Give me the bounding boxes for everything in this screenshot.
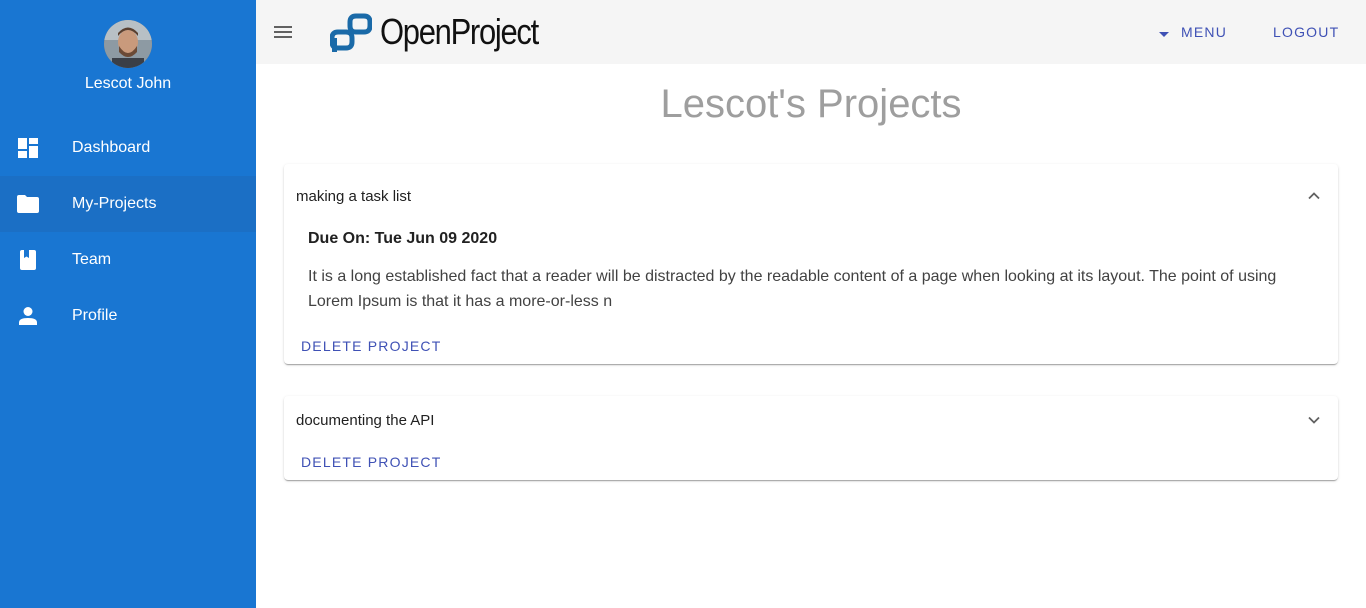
project-description: It is a long established fact that a rea… xyxy=(308,268,1277,310)
hamburger-menu-icon[interactable] xyxy=(274,20,294,44)
logout-label: LOGOUT xyxy=(1273,24,1340,40)
openproject-logo-icon xyxy=(330,13,372,52)
project-card: making a task list Due On: Tue Jun 09 20… xyxy=(284,164,1338,364)
folder-icon xyxy=(16,192,40,216)
sidebar-item-label: Dashboard xyxy=(72,139,151,156)
app-bar: OpenProject MENU LOGOUT xyxy=(256,0,1366,64)
app-logo[interactable]: OpenProject xyxy=(330,11,564,53)
project-title: making a task list xyxy=(296,187,412,205)
caret-down-icon xyxy=(1159,24,1169,40)
page-title: Lescot's Projects xyxy=(660,82,962,126)
chevron-down-icon[interactable] xyxy=(1306,412,1322,428)
project-title: documenting the API xyxy=(296,411,435,429)
chevron-up-icon[interactable] xyxy=(1306,188,1322,204)
dashboard-icon xyxy=(16,136,40,160)
logo-text: OpenProject xyxy=(380,11,539,52)
user-profile: Lescot John xyxy=(0,0,256,120)
sidebar-item-label: My-Projects xyxy=(72,195,157,212)
avatar[interactable] xyxy=(104,20,152,68)
due-date: Due On: Tue Jun 09 2020 xyxy=(308,230,498,247)
project-card-header[interactable]: making a task list xyxy=(284,164,1338,228)
sidebar-item-label: Team xyxy=(72,251,112,268)
project-card: documenting the API DELETE PROJECT xyxy=(284,396,1338,480)
menu-button[interactable]: MENU xyxy=(1159,20,1227,44)
menu-label: MENU xyxy=(1181,24,1228,40)
sidebar-item-label: Profile xyxy=(72,307,118,324)
logout-button[interactable]: LOGOUT xyxy=(1273,20,1339,44)
book-icon xyxy=(16,248,40,272)
user-name: Lescot John xyxy=(84,75,172,92)
delete-project-button[interactable]: DELETE PROJECT xyxy=(301,454,442,470)
sidebar: Lescot John Dashboard My-Projects Team P… xyxy=(0,0,256,608)
sidebar-item-profile[interactable]: Profile xyxy=(0,288,256,344)
delete-project-button[interactable]: DELETE PROJECT xyxy=(301,338,442,354)
project-card-header[interactable]: documenting the API xyxy=(284,396,1338,444)
sidebar-item-team[interactable]: Team xyxy=(0,232,256,288)
sidebar-item-my-projects[interactable]: My-Projects xyxy=(0,176,256,232)
person-icon xyxy=(16,304,40,328)
sidebar-item-dashboard[interactable]: Dashboard xyxy=(0,120,256,176)
